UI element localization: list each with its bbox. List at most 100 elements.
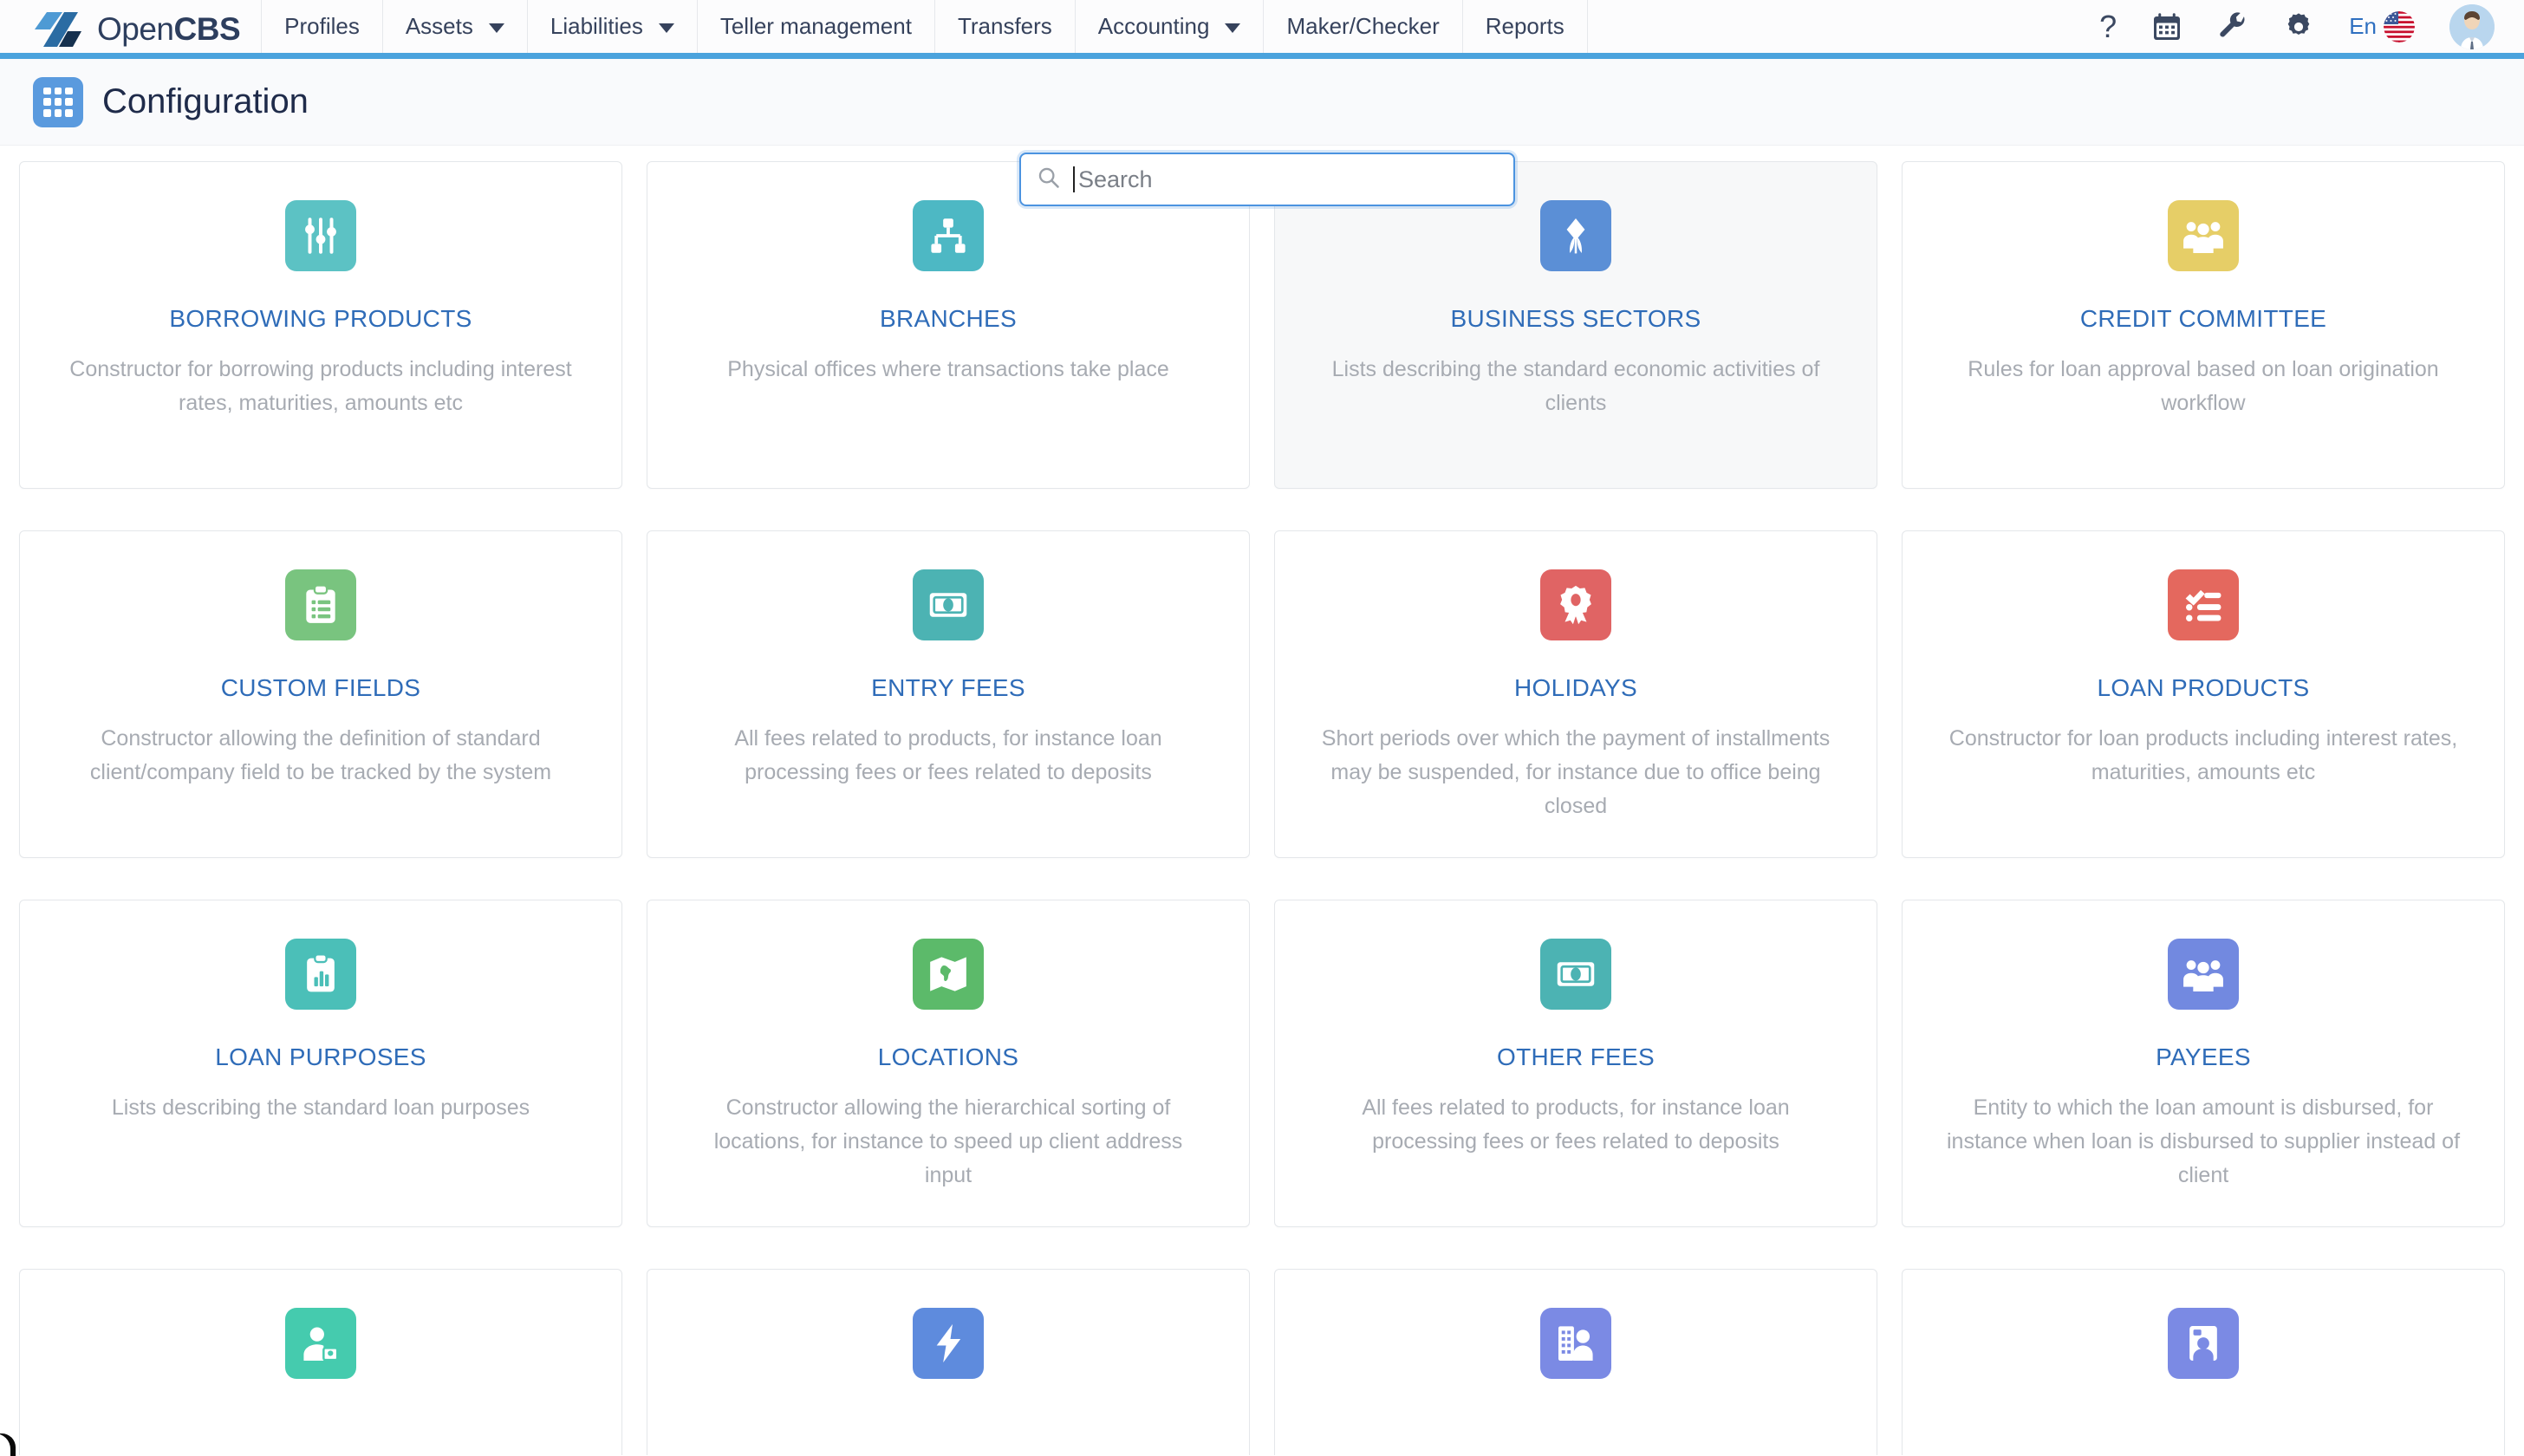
config-card-description: Rules for loan approval based on loan or… (1968, 356, 2439, 415)
config-card-description: Constructor allowing the hierarchical so… (713, 1095, 1183, 1187)
config-card-title: LOAN PURPOSES (215, 1043, 426, 1070)
us-flag-icon (2384, 10, 2415, 42)
config-card-description: All fees related to products, for instan… (1362, 1095, 1790, 1154)
brand-logo-link[interactable]: OpenCBS (0, 0, 261, 59)
config-card[interactable] (1274, 1269, 1877, 1455)
sliders-icon (285, 200, 356, 271)
nav-item-teller-management[interactable]: Teller management (696, 0, 934, 53)
wrench-icon (2220, 11, 2245, 37)
config-card-description: Entity to which the loan amount is disbu… (1946, 1095, 2461, 1187)
user-avatar[interactable] (2449, 3, 2495, 49)
person-card-icon (285, 1308, 356, 1379)
config-card-title: BRANCHES (880, 305, 1017, 332)
config-card-description: Physical offices where transactions take… (727, 356, 1169, 381)
brand-prefix: Open (97, 11, 174, 47)
nav-item-label: Transfers (957, 13, 1052, 39)
config-card[interactable]: LOAN PURPOSES Lists describing the standa… (19, 900, 622, 1227)
help-button[interactable]: ? (2099, 8, 2117, 44)
nav-menu: Profiles Assets Liabilities Teller manag… (261, 0, 1588, 59)
page-header: Configuration Search (0, 59, 2524, 206)
config-card[interactable]: CUSTOM FIELDS Constructor allowing the de… (19, 530, 622, 858)
question-mark-icon: ? (2099, 8, 2117, 44)
search-icon (1037, 166, 1061, 194)
config-card-description: All fees related to products, for instan… (734, 725, 1162, 784)
config-card-description: Lists describing the standard loan purpo… (111, 1095, 530, 1120)
nav-item-label: Profiles (284, 13, 360, 39)
config-card[interactable] (647, 1269, 1250, 1455)
configuration-card-grid: BORROWING PRODUCTS Constructor for borrow… (19, 161, 2505, 1455)
nav-item-label: Assets (405, 13, 473, 39)
config-card-description: Constructor for loan products including … (1948, 725, 2458, 784)
brand-bold: CBS (173, 11, 241, 47)
opencbs-logo-icon (35, 12, 81, 47)
config-card[interactable]: HOLIDAYS Short periods over which the pay… (1274, 530, 1877, 858)
config-card-title: ENTRY FEES (871, 674, 1025, 701)
config-card[interactable]: BRANCHES Physical offices where transacti… (647, 161, 1250, 489)
nav-item-accounting[interactable]: Accounting (1074, 0, 1264, 53)
config-card[interactable]: PAYEES Entity to which the loan amount is… (1902, 900, 2505, 1227)
search-container: Search (1019, 153, 1515, 206)
calendar-button[interactable] (2151, 11, 2182, 42)
configuration-grid-area: BORROWING PRODUCTS Constructor for borrow… (0, 146, 2524, 1455)
config-card-title: BUSINESS SECTORS (1450, 305, 1701, 332)
chevron-down-icon (658, 23, 674, 33)
nav-item-transfers[interactable]: Transfers (933, 0, 1075, 53)
config-card-description: Short periods over which the payment of … (1321, 725, 1831, 818)
banknote-icon (913, 569, 984, 640)
person-photo-icon (2168, 1308, 2239, 1379)
search-input[interactable]: Search (1019, 153, 1515, 206)
calendar-icon (2154, 12, 2181, 40)
navbar-right-tools: ? En (2099, 0, 2524, 53)
config-card-title: HOLIDAYS (1514, 674, 1637, 701)
brand-text: OpenCBS (97, 11, 241, 48)
tools-button[interactable] (2217, 11, 2248, 42)
award-ribbon-icon (1540, 569, 1611, 640)
sitemap-icon (913, 200, 984, 271)
avatar-image (2449, 3, 2495, 49)
config-card-description: Lists describing the standard economic a… (1331, 356, 1820, 415)
nav-item-profiles[interactable]: Profiles (261, 0, 382, 53)
config-card-description: Constructor for borrowing products inclu… (69, 356, 572, 415)
config-card[interactable] (19, 1269, 622, 1455)
people-group-icon (2168, 939, 2239, 1010)
nav-item-reports[interactable]: Reports (1461, 0, 1588, 53)
language-selector[interactable]: En (2349, 10, 2415, 42)
config-card[interactable]: BORROWING PRODUCTS Constructor for borrow… (19, 161, 622, 489)
nav-item-label: Maker/Checker (1286, 13, 1440, 39)
banknote-icon (1540, 939, 1611, 1010)
settings-button[interactable] (2283, 11, 2314, 42)
nav-item-liabilities[interactable]: Liabilities (526, 0, 697, 53)
chevron-down-icon (1225, 23, 1241, 33)
config-card[interactable]: BUSINESS SECTORS Lists describing the sta… (1274, 161, 1877, 489)
search-placeholder: Search (1078, 166, 1153, 192)
nav-item-maker-checker[interactable]: Maker/Checker (1263, 0, 1461, 53)
config-card-title: LOAN PRODUCTS (2097, 674, 2310, 701)
language-label: En (2349, 13, 2377, 39)
page-title: Configuration (102, 82, 309, 120)
clipboard-list-icon (285, 569, 356, 640)
building-person-icon (1540, 1308, 1611, 1379)
config-card-description: Constructor allowing the definition of s… (89, 725, 552, 784)
config-card-title: PAYEES (2156, 1043, 2251, 1070)
config-card-title: LOCATIONS (877, 1043, 1019, 1070)
nav-item-label: Accounting (1097, 13, 1210, 39)
config-card[interactable]: ENTRY FEES All fees related to products, … (647, 530, 1250, 858)
config-card[interactable] (1902, 1269, 2505, 1455)
gear-icon (2287, 12, 2310, 35)
map-icon (913, 939, 984, 1010)
config-card-title: CUSTOM FIELDS (220, 674, 421, 701)
config-card[interactable]: LOAN PRODUCTS Constructor for loan produc… (1902, 530, 2505, 858)
grid-apps-icon (33, 76, 83, 127)
wheat-box-icon (1540, 200, 1611, 271)
config-card[interactable]: LOCATIONS Constructor allowing the hierar… (647, 900, 1250, 1227)
lightning-bolt-icon (913, 1308, 984, 1379)
nav-item-assets[interactable]: Assets (381, 0, 527, 53)
config-card[interactable]: OTHER FEES All fees related to products, … (1274, 900, 1877, 1227)
config-card-title: CREDIT COMMITTEE (2079, 305, 2327, 332)
nav-item-label: Liabilities (550, 13, 643, 39)
page-title-group: Configuration (0, 76, 309, 127)
config-card-title: BORROWING PRODUCTS (169, 305, 472, 332)
config-card[interactable]: CREDIT COMMITTEE Rules for loan approval … (1902, 161, 2505, 489)
clipboard-chart-icon (285, 939, 356, 1010)
